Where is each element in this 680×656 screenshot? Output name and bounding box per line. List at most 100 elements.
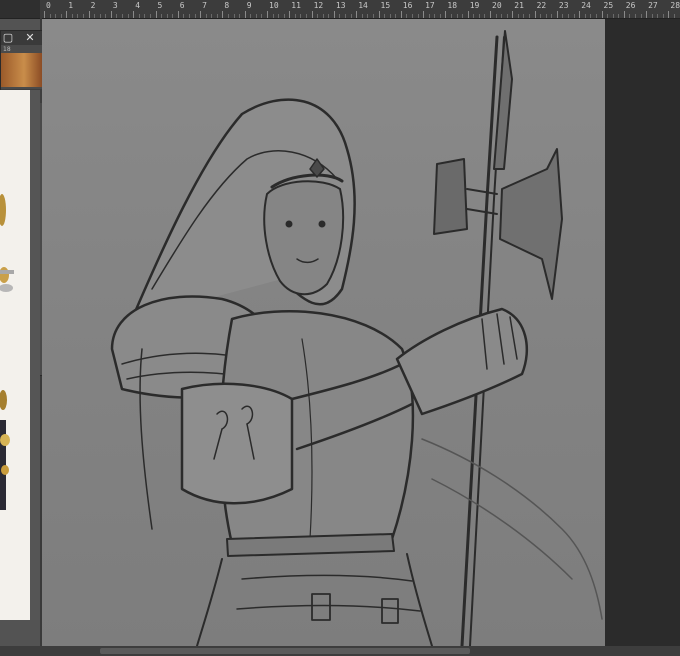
ruler-minor-tick (294, 14, 296, 18)
ruler-tick-label: 6 (179, 1, 185, 10)
ruler-minor-tick (584, 14, 586, 18)
ruler-minor-tick (640, 14, 642, 18)
ruler-minor-tick (99, 14, 101, 18)
reference-window-titlebar[interactable]: ▢ ✕ (1, 31, 47, 45)
ruler-minor-tick (49, 14, 51, 18)
reference-thumbnail[interactable] (1, 53, 47, 87)
ruler-tick-label: 14 (358, 1, 368, 10)
ruler-minor-tick (484, 14, 486, 18)
ruler-minor-tick (166, 14, 168, 18)
ruler-minor-tick (339, 14, 341, 18)
halberd-blade (499, 148, 563, 300)
horizontal-scrollbar[interactable] (0, 646, 680, 656)
ruler-tick-label: 15 (380, 1, 391, 10)
pasteboard (605, 19, 680, 646)
ruler-minor-tick (456, 14, 458, 18)
ruler-tick-label: 22 (536, 1, 547, 10)
ruler-minor-tick (227, 14, 229, 18)
reference-tab-number: 18 (3, 46, 11, 53)
ruler-tick-label: 24 (581, 1, 591, 10)
ruler-major-tick (110, 11, 112, 18)
gauntlet (395, 307, 529, 416)
drawing-canvas[interactable] (42, 19, 605, 646)
ruler-minor-tick (651, 14, 653, 18)
ruler-tick-label: 12 (313, 1, 324, 10)
ruler-major-tick (534, 11, 536, 18)
reference-scrollbar[interactable] (30, 90, 40, 620)
ruler-minor-tick (634, 14, 636, 18)
ruler-major-tick (400, 11, 402, 18)
ruler-major-tick (378, 11, 380, 18)
ruler-minor-tick (172, 14, 174, 18)
ruler-major-tick (200, 11, 202, 18)
reference-image (0, 90, 31, 620)
ruler-minor-tick (144, 14, 146, 18)
ruler-minor-tick (551, 14, 553, 18)
ruler-minor-tick (194, 14, 196, 18)
ruler-minor-tick (350, 14, 352, 18)
ruler-tick-label: 11 (291, 1, 301, 10)
ruler-minor-tick (389, 14, 391, 18)
ruler-minor-tick (239, 14, 241, 18)
ruler-tick-label: 9 (246, 1, 252, 10)
ruler-minor-tick (540, 14, 542, 18)
ruler-tick-label: 17 (425, 1, 435, 10)
ruler-major-tick (623, 11, 625, 18)
ruler-tick-label: 25 (603, 1, 614, 10)
ruler-minor-tick (517, 14, 519, 18)
ruler-tick-label: 23 (558, 1, 569, 10)
ruler-tick-label: 26 (625, 1, 636, 10)
ruler-major-tick (556, 11, 558, 18)
ruler-minor-tick (612, 14, 614, 18)
ruler-minor-tick (629, 14, 631, 18)
window-restore-icon[interactable]: ▢ (1, 31, 15, 45)
ruler-minor-tick (428, 14, 430, 18)
horizontal-scrollbar-thumb[interactable] (100, 648, 470, 654)
ruler-major-tick (311, 11, 313, 18)
top-ruler[interactable]: 0 1 2 3 4 5 6 7 8 9 10 11 12 13 14 15 16 17 18 19 20 21 22 23 24… (0, 0, 680, 19)
ruler-minor-tick (573, 14, 575, 18)
ruler-minor-tick (607, 14, 609, 18)
ruler-tick-label: 18 (447, 1, 458, 10)
ruler-tick-label: 16 (402, 1, 413, 10)
ruler-minor-tick (434, 14, 436, 18)
ruler-minor-tick (595, 14, 597, 18)
ruler-minor-tick (529, 14, 531, 18)
ruler-minor-tick (211, 14, 213, 18)
ruler-minor-tick (283, 14, 285, 18)
ruler-major-tick (222, 11, 224, 18)
ruler-minor-tick (188, 14, 190, 18)
ruler-major-tick (244, 11, 246, 18)
ruler-major-tick (646, 11, 648, 18)
ruler-minor-tick (250, 14, 252, 18)
ruler-tick-label: 20 (492, 1, 502, 10)
ruler-major-tick (356, 11, 358, 18)
ruler-minor-tick (372, 14, 374, 18)
ruler-minor-tick (662, 14, 664, 18)
ruler-major-tick (445, 11, 447, 18)
ruler-minor-tick (255, 14, 257, 18)
ruler-tick-label: 27 (648, 1, 658, 10)
ruler-major-tick (289, 11, 291, 18)
ruler-minor-tick (450, 14, 452, 18)
ruler-major-tick (601, 11, 603, 18)
ruler-minor-tick (149, 14, 151, 18)
ruler-minor-tick (345, 14, 347, 18)
ruler-minor-tick (501, 14, 503, 18)
ruler-tick-label: 2 (90, 1, 96, 10)
ruler-major-tick (467, 11, 469, 18)
ruler-major-tick (512, 11, 514, 18)
ruler-minor-tick (317, 14, 319, 18)
ruler-minor-tick (673, 14, 675, 18)
ruler-minor-tick (495, 14, 497, 18)
ruler-minor-tick (60, 14, 62, 18)
ruler-minor-tick (657, 14, 659, 18)
ruler-major-tick (88, 11, 90, 18)
belt (226, 533, 395, 557)
ruler-major-tick (44, 11, 45, 18)
ruler-minor-tick (478, 14, 480, 18)
ruler-minor-tick (71, 14, 73, 18)
ruler-tick-label: 7 (202, 1, 207, 10)
close-icon[interactable]: ✕ (23, 31, 37, 45)
ruler-minor-tick (261, 14, 263, 18)
